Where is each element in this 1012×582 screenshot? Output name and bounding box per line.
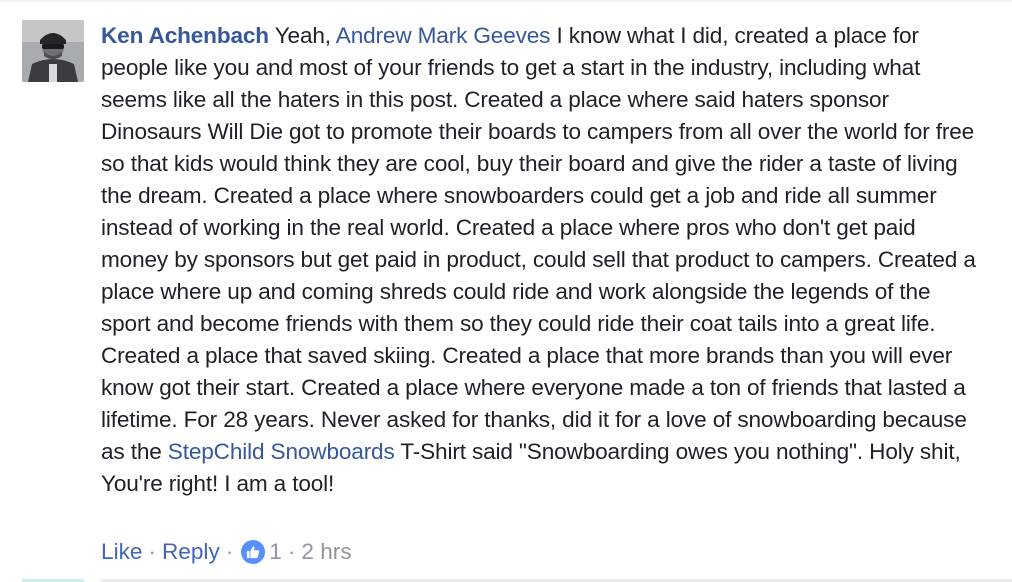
- comment-body: Ken Achenbach Yeah, Andrew Mark Geeves I…: [101, 20, 981, 500]
- like-button[interactable]: Like: [101, 536, 142, 568]
- comment: Ken Achenbach Yeah, Andrew Mark Geeves I…: [0, 0, 1012, 582]
- separator: ·: [225, 539, 234, 564]
- timestamp[interactable]: 2 hrs: [301, 536, 351, 568]
- thumbs-up-icon[interactable]: [241, 540, 266, 564]
- thumbs-up-glyph: [247, 546, 260, 559]
- comment-text-1: Yeah,: [268, 23, 336, 48]
- mention-andrew-mark-geeves[interactable]: Andrew Mark Geeves: [336, 23, 551, 48]
- avatar-photo: [22, 20, 84, 82]
- comment-actions: Like · Reply · 1 · 2 hrs: [101, 536, 352, 568]
- reply-button[interactable]: Reply: [162, 536, 220, 568]
- separator: ·: [287, 539, 296, 564]
- reaction-count[interactable]: 1: [269, 536, 282, 568]
- mention-stepchild-snowboards[interactable]: StepChild Snowboards: [168, 439, 395, 464]
- avatar[interactable]: [22, 20, 84, 82]
- comment-author[interactable]: Ken Achenbach: [101, 23, 269, 48]
- comment-text-2: I know what I did, created a place for p…: [101, 23, 976, 464]
- separator: ·: [148, 539, 156, 564]
